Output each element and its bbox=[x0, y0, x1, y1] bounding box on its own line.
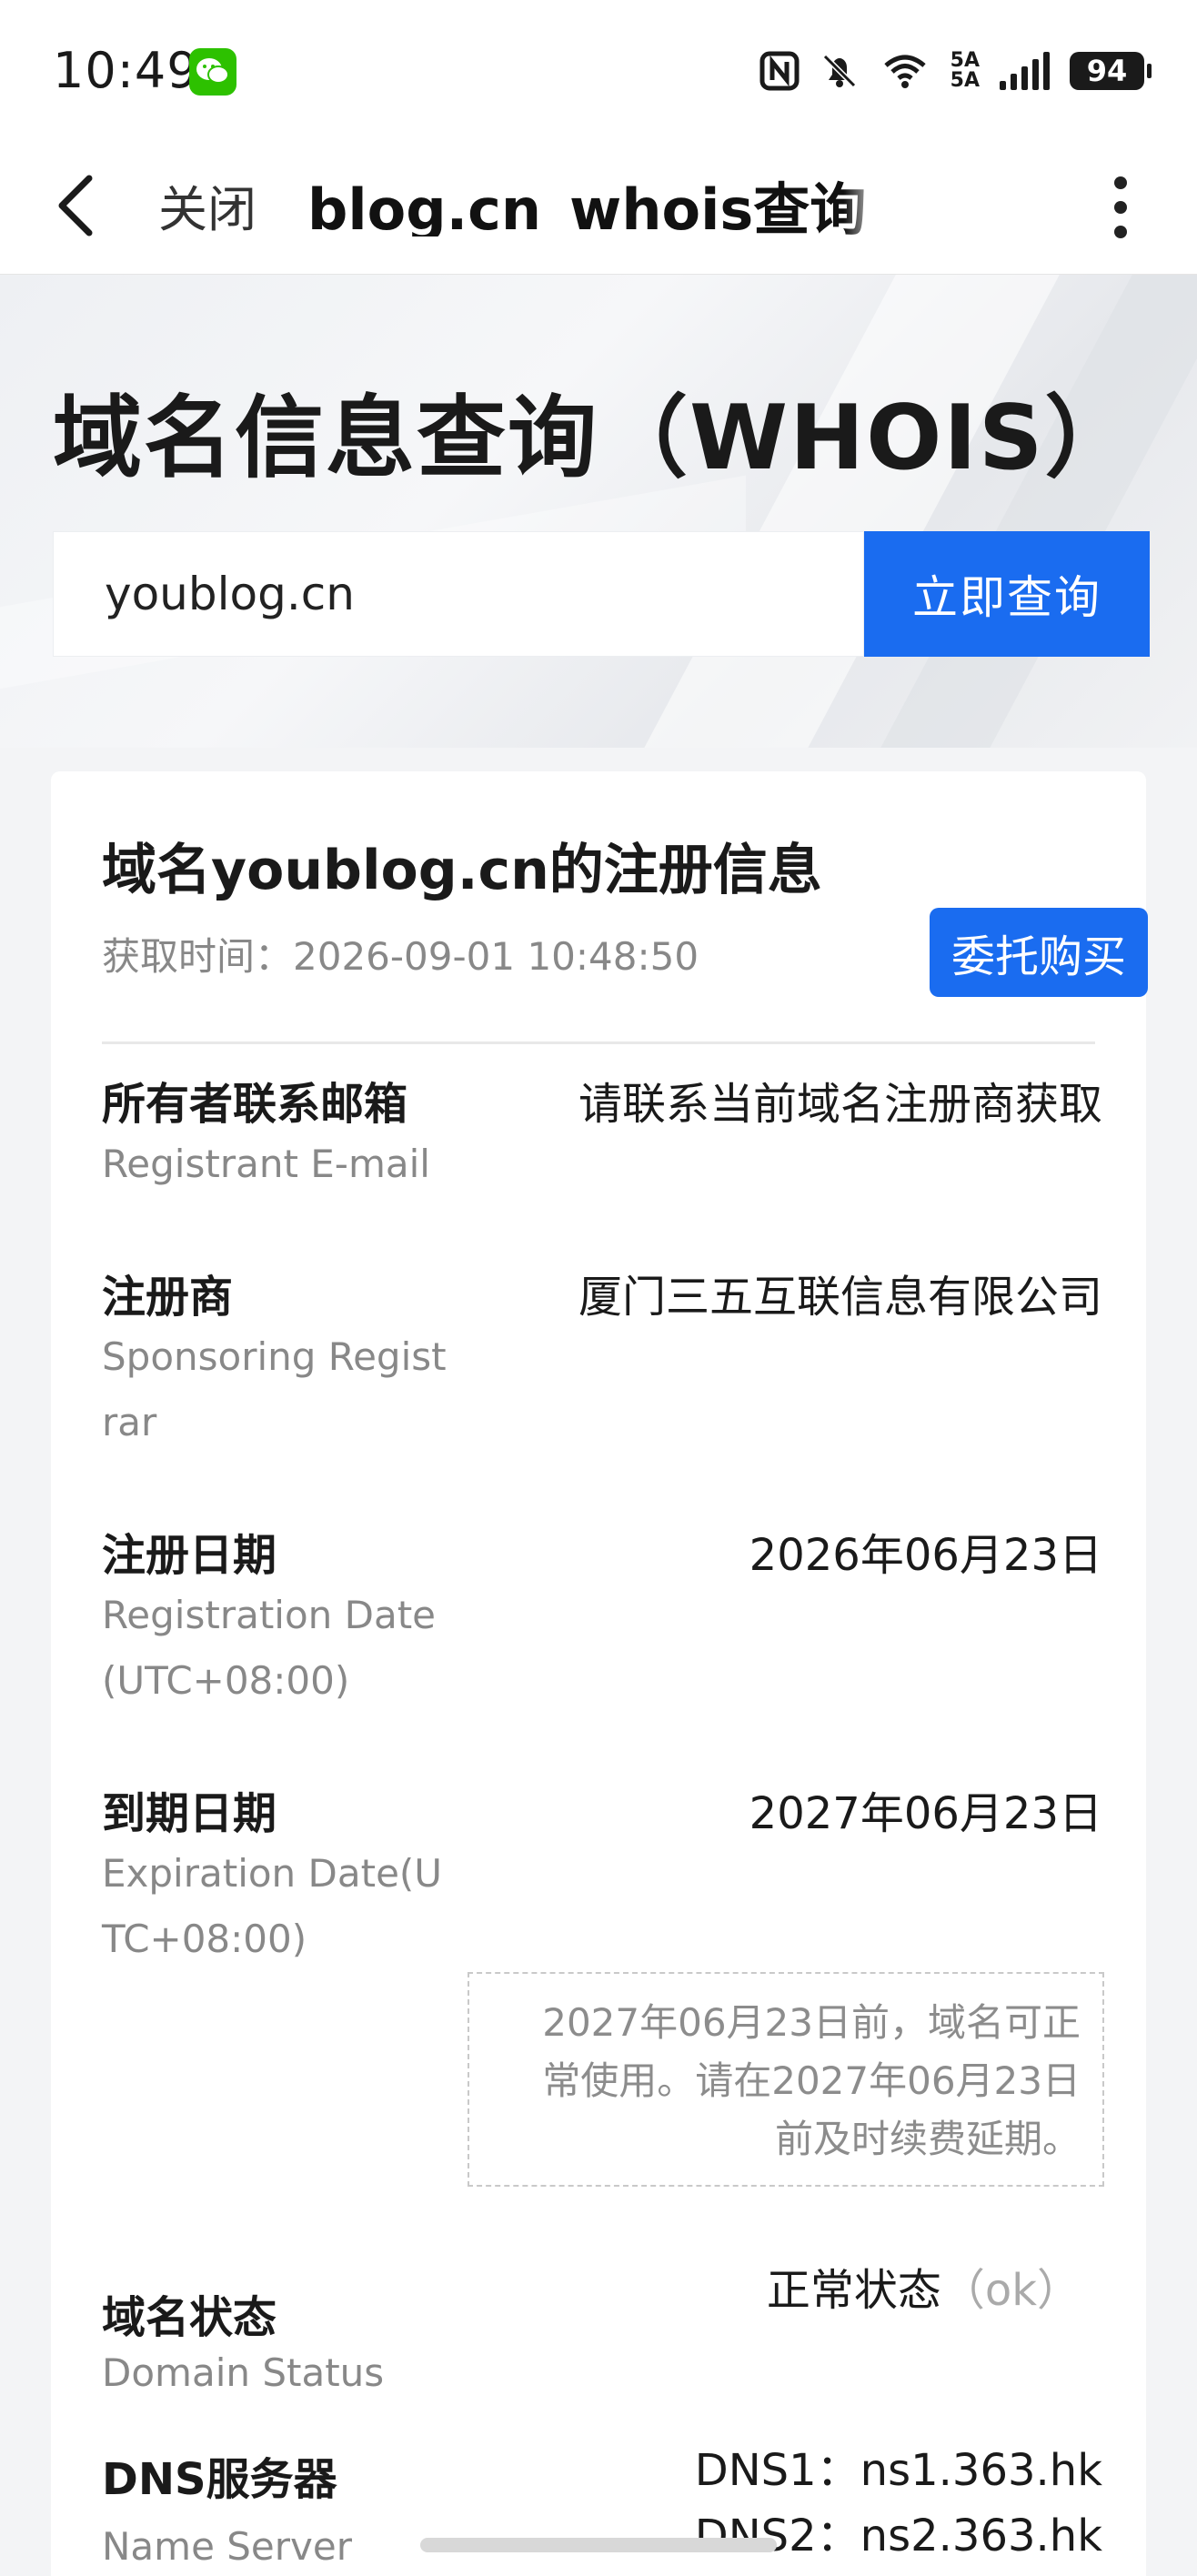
back-button[interactable] bbox=[45, 169, 109, 242]
row-label-en: Registrant E-mail bbox=[102, 1142, 430, 1186]
row-label-en: Registration Date (UTC+08:00) bbox=[102, 1593, 437, 1703]
dns-server-1: DNS1：ns1.363.hk bbox=[694, 2445, 1102, 2496]
fetch-time: 获取时间：2026-09-01 10:48:50 bbox=[102, 926, 699, 981]
page-title: blog.cn_whois查询_域名信息查询 bbox=[307, 176, 884, 236]
search-button[interactable]: 立即查询 bbox=[864, 531, 1150, 657]
dns-server-2: DNS2：ns2.363.hk bbox=[694, 2511, 1102, 2561]
info-row-registrar: 注册商 Sponsoring Registrar 厦门三五互联信息有限公司 bbox=[102, 1261, 1102, 1461]
info-row-domain-status: 域名状态 Domain Status 正常状态（ok） bbox=[102, 2254, 1102, 2395]
battery-icon: 94 bbox=[1070, 52, 1152, 90]
clock: 10:49 bbox=[53, 42, 199, 99]
row-label-en: Domain Status bbox=[102, 2350, 385, 2395]
hero-section: 域名信息查询（WHOIS） 立即查询 bbox=[0, 275, 1197, 748]
row-value: 正常状态（ok） bbox=[767, 2254, 1081, 2318]
status-value: 正常状态 bbox=[766, 2265, 941, 2316]
status-code: （ok） bbox=[940, 2265, 1081, 2316]
info-row-dns: DNS服务器 Name Server DNS1：ns1.363.hk DNS2：… bbox=[102, 2443, 1102, 2576]
back-icon bbox=[58, 175, 93, 236]
signal-icon bbox=[1000, 52, 1050, 90]
info-row-email: 所有者联系邮箱 Registrant E-mail 请联系当前域名注册商获取 bbox=[102, 1068, 1102, 1213]
row-value: 2026年06月23日 bbox=[749, 1530, 1102, 1581]
info-row-registration-date: 注册日期 Registration Date (UTC+08:00) 2026年… bbox=[102, 1519, 1102, 1719]
row-value: 请联系当前域名注册商获取 bbox=[578, 1079, 1102, 1130]
card-title: 域名youblog.cn的注册信息 bbox=[102, 839, 822, 902]
fetch-time-label: 获取时间： bbox=[102, 934, 294, 979]
row-label-en: Name Server bbox=[102, 2524, 352, 2569]
domain-search-input[interactable] bbox=[54, 532, 863, 656]
wechat-icon bbox=[189, 48, 236, 96]
row-label: 所有者联系邮箱 bbox=[102, 1079, 408, 1130]
expiry-note: 2027年06月23日前，域名可正常使用。请在2027年06月23日前及时续费延… bbox=[468, 1972, 1104, 2187]
fetch-time-value: 2026-09-01 10:48:50 bbox=[293, 934, 699, 979]
hero-title: 域名信息查询（WHOIS） bbox=[53, 387, 1136, 490]
card-header: 域名youblog.cn的注册信息 获取时间：2026-09-01 10:48:… bbox=[102, 826, 1148, 1044]
home-indicator[interactable] bbox=[420, 2538, 777, 2552]
status-bar: 10:49 5A 5A 94 bbox=[0, 0, 1197, 136]
wifi-icon bbox=[884, 55, 926, 88]
row-value: 2027年06月23日 bbox=[749, 1788, 1102, 1839]
whois-result-card: 域名youblog.cn的注册信息 获取时间：2026-09-01 10:48:… bbox=[51, 771, 1148, 2576]
more-button[interactable] bbox=[1101, 169, 1141, 246]
info-row-expiration-date: 到期日期 Expiration Date(UTC+08:00) 2027年06月… bbox=[102, 1777, 1102, 1977]
network-type: 5A 5A bbox=[950, 49, 980, 92]
row-label-en: Sponsoring Registrar bbox=[102, 1334, 447, 1444]
row-label: DNS服务器 bbox=[102, 2454, 337, 2505]
nfc-icon bbox=[759, 51, 800, 91]
more-icon bbox=[1101, 176, 1141, 238]
close-button[interactable]: 关闭 bbox=[158, 169, 256, 241]
mute-bell-icon bbox=[822, 54, 856, 88]
status-icons: 5A 5A 94 bbox=[759, 45, 1152, 96]
nav-bar: 关闭 blog.cn_whois查询_域名信息查询 bbox=[0, 136, 1197, 275]
row-value: 厦门三五互联信息有限公司 bbox=[578, 1272, 1102, 1323]
row-label: 注册日期 bbox=[102, 1530, 277, 1581]
row-label-en: Expiration Date(UTC+08:00) bbox=[102, 1851, 443, 1961]
row-label: 到期日期 bbox=[102, 1788, 277, 1839]
row-label: 域名状态 bbox=[102, 2292, 277, 2343]
entrust-buy-button[interactable]: 委托购买 bbox=[930, 908, 1148, 997]
row-label: 注册商 bbox=[102, 1272, 234, 1323]
search-box bbox=[53, 531, 864, 657]
